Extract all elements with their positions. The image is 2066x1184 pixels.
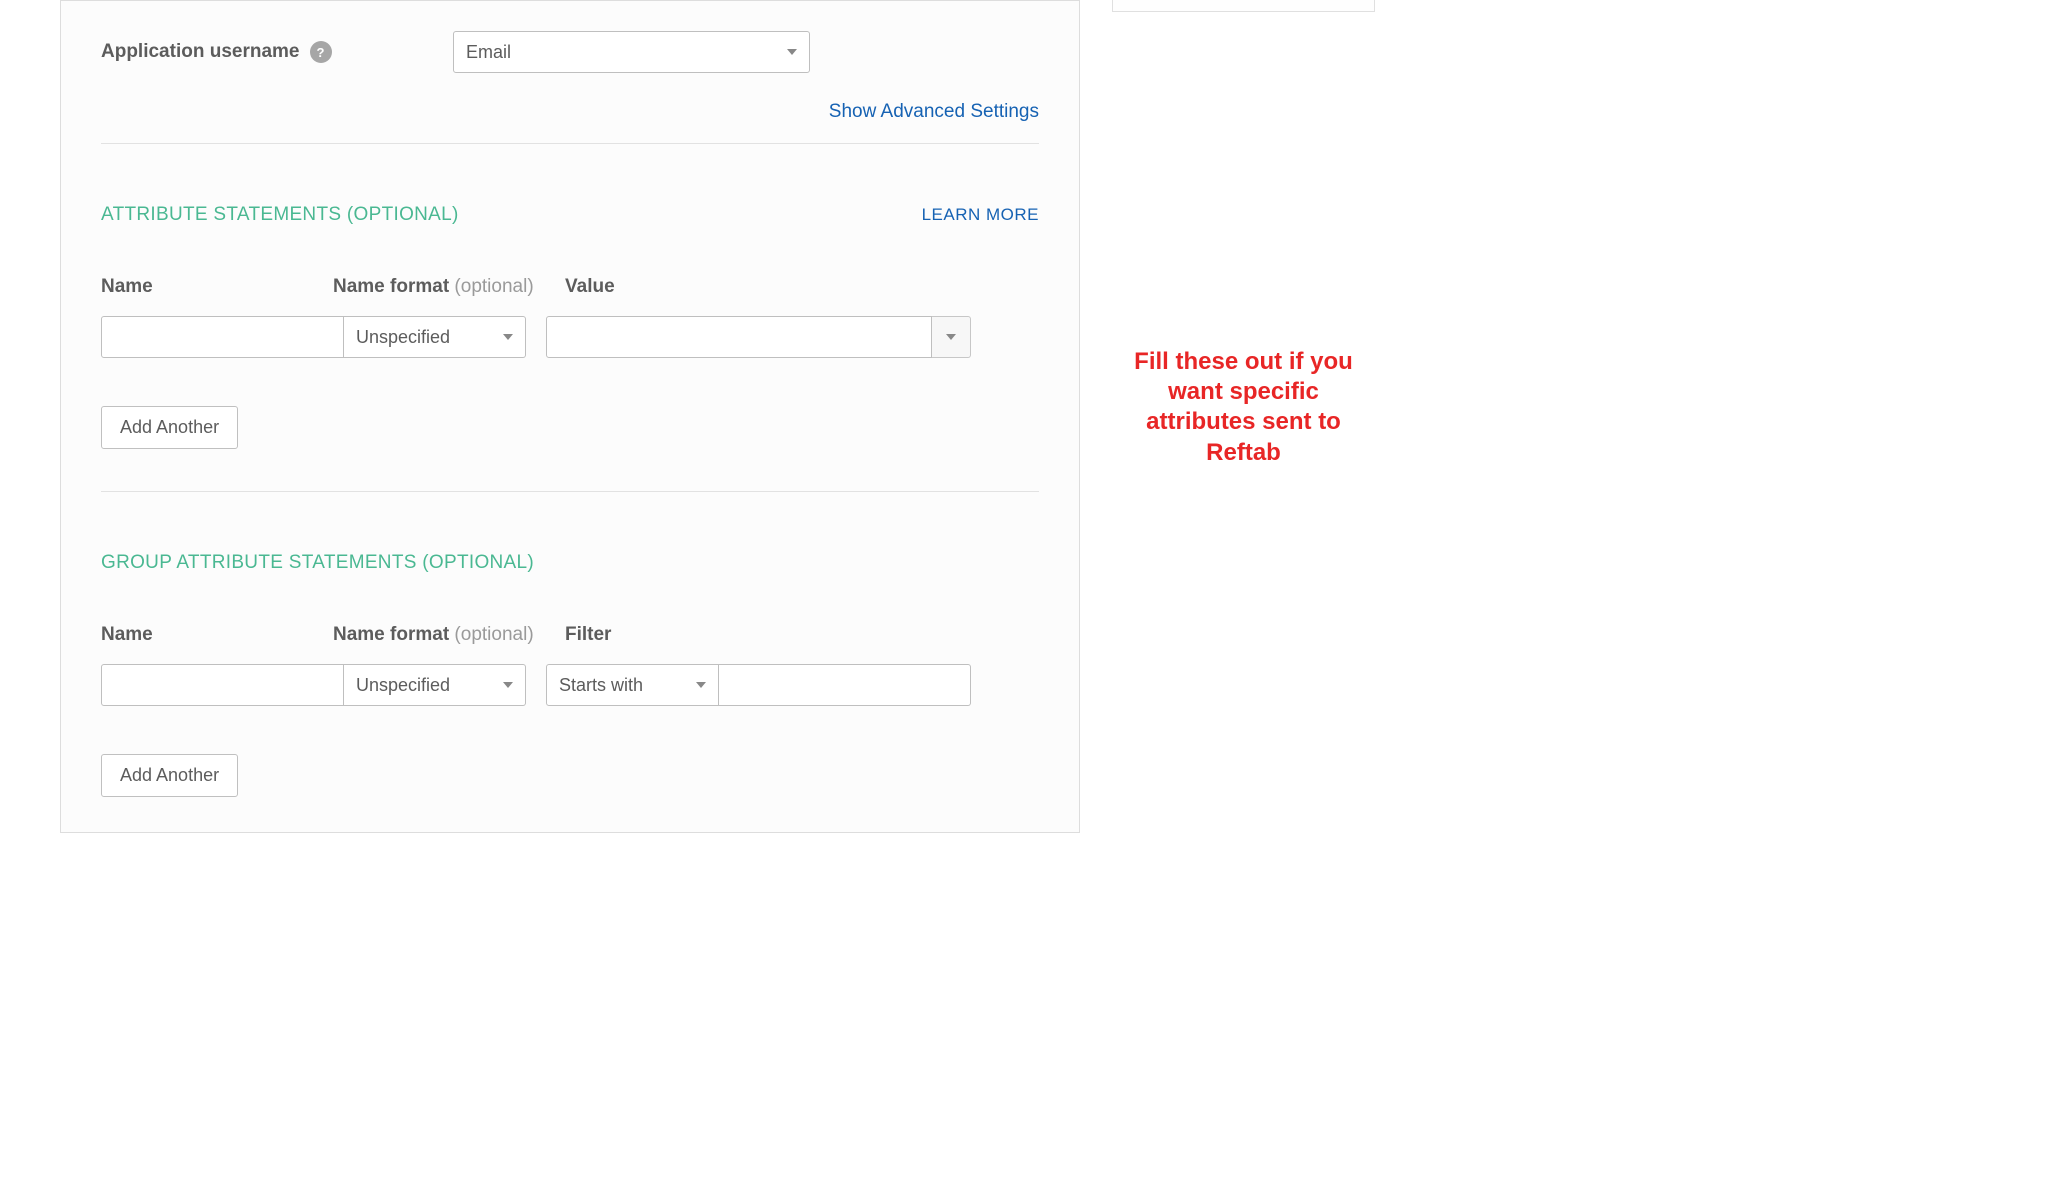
attr-name-input[interactable] — [101, 316, 344, 358]
add-another-group-button[interactable]: Add Another — [101, 754, 238, 797]
col-header-name: Name — [101, 276, 333, 298]
group-section-title: GROUP ATTRIBUTE STATEMENTS (OPTIONAL) — [101, 552, 534, 574]
app-username-value: Email — [466, 42, 511, 63]
group-name-input[interactable] — [101, 664, 344, 706]
annotation-text: Fill these out if you want specific attr… — [1112, 347, 1375, 468]
chevron-down-icon — [787, 49, 797, 55]
group-format-select[interactable]: Unspecified — [344, 664, 526, 706]
attr-section-title: ATTRIBUTE STATEMENTS (OPTIONAL) — [101, 204, 459, 226]
col-header-format: Name format (optional) — [333, 276, 565, 298]
add-another-attr-button[interactable]: Add Another — [101, 406, 238, 449]
help-icon[interactable]: ? — [310, 41, 332, 63]
learn-more-link[interactable]: LEARN MORE — [922, 205, 1039, 225]
col-header-value: Value — [565, 276, 1039, 298]
chevron-down-icon — [503, 682, 513, 688]
attr-format-select[interactable]: Unspecified — [344, 316, 526, 358]
show-advanced-link[interactable]: Show Advanced Settings — [829, 101, 1039, 122]
attr-value-combo — [546, 316, 971, 358]
group-col-header-name: Name — [101, 624, 333, 646]
attr-value-input[interactable] — [546, 316, 932, 358]
attr-value-dropdown[interactable] — [932, 316, 971, 358]
divider — [101, 491, 1039, 492]
divider — [101, 143, 1039, 144]
filter-value-input[interactable] — [719, 664, 971, 706]
side-panel-stub — [1112, 0, 1375, 12]
app-username-row: Application username ? Email — [101, 31, 1039, 73]
app-username-select[interactable]: Email — [453, 31, 810, 73]
group-col-header-format: Name format (optional) — [333, 624, 565, 646]
app-username-label: Application username — [101, 41, 300, 63]
chevron-down-icon — [503, 334, 513, 340]
chevron-down-icon — [696, 682, 706, 688]
group-col-header-filter: Filter — [565, 624, 1039, 646]
chevron-down-icon — [946, 334, 956, 340]
filter-op-select[interactable]: Starts with — [546, 664, 719, 706]
settings-panel: Application username ? Email Show Advanc… — [60, 0, 1080, 833]
